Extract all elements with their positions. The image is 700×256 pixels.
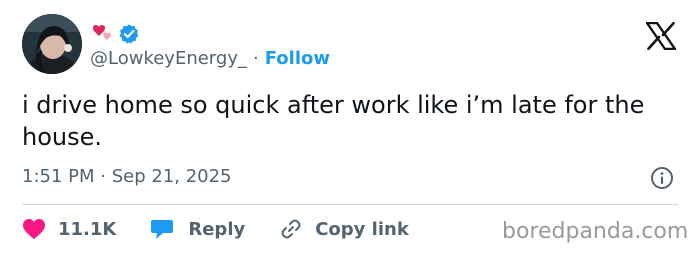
action-bar: 11.1K Reply Copy link [22,214,409,244]
divider [22,204,678,205]
heart-icon [23,219,45,239]
reply-label: Reply [188,218,246,240]
like-count: 11.1K [58,218,117,240]
verified-badge-icon [119,24,139,44]
author-name-row[interactable] [90,22,140,46]
reply-button[interactable]: Reply [150,218,245,240]
reply-bubble-icon [151,220,174,239]
author-handle-row: @LowkeyEnergy_ · Follow [90,48,330,69]
separator-dot: · [252,48,259,69]
author-handle[interactable]: @LowkeyEnergy_ [90,48,247,69]
like-button[interactable]: 11.1K [22,218,116,240]
two-hearts-icon [93,25,111,40]
tweet-timestamp[interactable]: 1:51 PM · Sep 21, 2025 [22,166,232,187]
link-icon [281,219,301,239]
copy-link-label: Copy link [315,218,409,240]
follow-button[interactable]: Follow [265,48,330,69]
avatar[interactable] [22,14,82,74]
watermark: boredpanda.com [502,219,689,244]
copy-link-button[interactable]: Copy link [279,217,409,241]
tweet-text: i drive home so quick after work like i’… [22,91,645,151]
x-logo-icon[interactable] [646,22,676,50]
info-icon[interactable] [650,166,674,190]
